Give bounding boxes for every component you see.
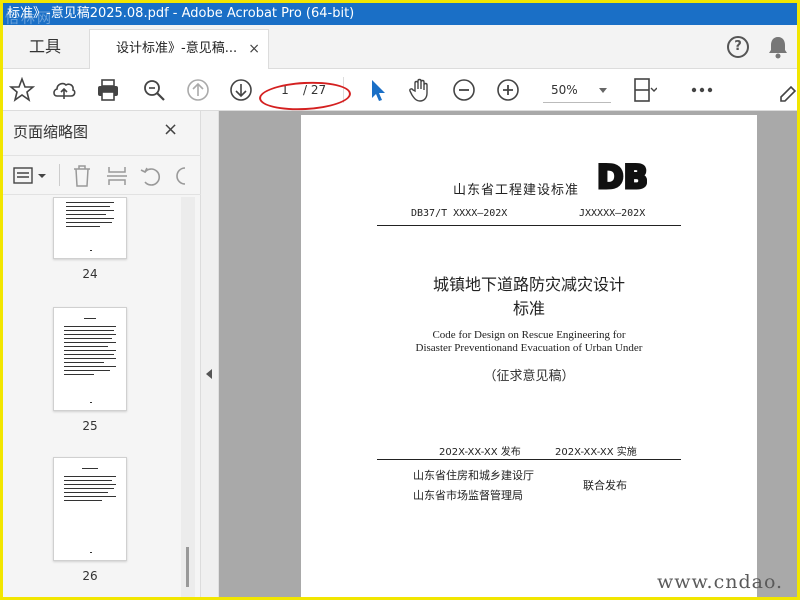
page-thumbnail[interactable] [53,457,127,561]
site-watermark: www.cndao. [657,571,784,593]
scrollbar-thumb[interactable] [186,547,189,587]
thumbnail-panel: 页面缩略图 × 24 25 26 [3,111,201,597]
arrow-up-circle-icon[interactable] [185,77,211,103]
doc-code-right: JXXXXX—202X [579,208,646,219]
zoom-in-icon[interactable] [495,77,521,103]
doc-draft-label: （征求意见稿） [483,369,575,384]
doc-title-line2: 标准 [512,299,545,318]
page-thumbnail[interactable] [53,307,127,411]
rotate-right-icon[interactable] [171,164,195,188]
doc-english-title-line2: Disaster Preventionand Evacuation of Urb… [415,342,643,354]
doc-header: 山东省工程建设标准 [453,183,580,198]
print-icon[interactable] [95,77,121,103]
star-icon[interactable] [9,77,35,103]
title-bar: 标准》-意见稿2025.08.pdf - Adobe Acrobat Pro (… [3,3,797,25]
main-toolbar: 1 / 27 50% [3,69,800,111]
panel-title: 页面缩略图 [13,123,89,141]
doc-divider [377,225,681,226]
doc-english-title-line1: Code for Design on Rescue Engineering fo… [432,329,626,341]
more-icon[interactable] [689,77,715,103]
thumbnail-options-icon[interactable] [13,166,47,186]
page-thumbnail[interactable] [53,197,127,259]
panel-toolbar [3,155,201,195]
zoom-out-icon[interactable] [451,77,477,103]
zoom-search-icon[interactable] [141,77,167,103]
window-title: 标准》-意见稿2025.08.pdf - Adobe Acrobat Pro (… [7,6,355,21]
help-icon[interactable]: ? [727,36,749,58]
doc-code-left: DB37/T XXXX—202X [411,208,508,219]
site-logo-watermark: 悟林网 [5,11,53,25]
tab-document[interactable]: 设计标准》-意见稿... × [89,29,269,69]
hand-icon[interactable] [407,77,433,103]
doc-implement-date: 202X-XX-XX 实施 [555,447,637,458]
tab-close-button[interactable]: × [248,30,260,68]
thumbnail-list: 24 25 26 [3,197,179,597]
thumbnail-label: 24 [82,267,98,281]
doc-publisher: 山东省市场监督管理局 [413,489,523,502]
thumbnail-scrollbar[interactable] [181,197,195,597]
doc-joint-release: 联合发布 [583,479,627,492]
zoom-value: 50% [551,83,578,97]
rotate-left-icon[interactable] [139,164,163,188]
app-window: 标准》-意见稿2025.08.pdf - Adobe Acrobat Pro (… [0,0,800,600]
doc-issue-date: 202X-XX-XX 发布 [439,447,521,458]
select-cursor-icon[interactable] [365,77,391,103]
extract-icon[interactable] [105,164,129,188]
page-fit-icon[interactable] [631,77,657,103]
tab-tools[interactable]: 工具 [3,25,87,69]
doc-publisher: 山东省住房和城乡建设厅 [413,469,534,482]
chevron-down-icon [599,88,607,93]
pdf-page: 山东省工程建设标准 DB DB DB37/T XXXX—202X JXXXXX—… [301,115,757,597]
bell-icon[interactable] [767,35,789,59]
svg-text:DB: DB [597,159,647,193]
delete-icon[interactable] [71,164,93,188]
cloud-upload-icon[interactable] [51,77,77,103]
doc-divider [377,459,681,460]
panel-collapse-strip[interactable] [201,111,219,597]
tab-document-label: 设计标准》-意见稿... [116,41,238,56]
panel-close-button[interactable]: × [163,119,178,140]
thumbnail-label: 25 [82,419,98,433]
arrow-down-circle-icon[interactable] [228,77,254,103]
doc-title-line1: 城镇地下道路防灾减灾设计 [432,275,625,294]
thumbnail-label: 26 [82,569,98,583]
zoom-select[interactable]: 50% [543,77,611,103]
document-viewer: 山东省工程建设标准 DB DB DB37/T XXXX—202X JXXXXX—… [219,111,797,597]
db-standard-logo: DB DB [596,159,648,193]
viewer-scrollbar[interactable] [757,111,797,597]
panel-toolbar-divider [59,164,60,186]
tab-bar: 工具 设计标准》-意见稿... × ? [3,25,797,69]
sign-icon[interactable] [777,77,800,103]
chevron-left-icon[interactable] [206,369,212,379]
